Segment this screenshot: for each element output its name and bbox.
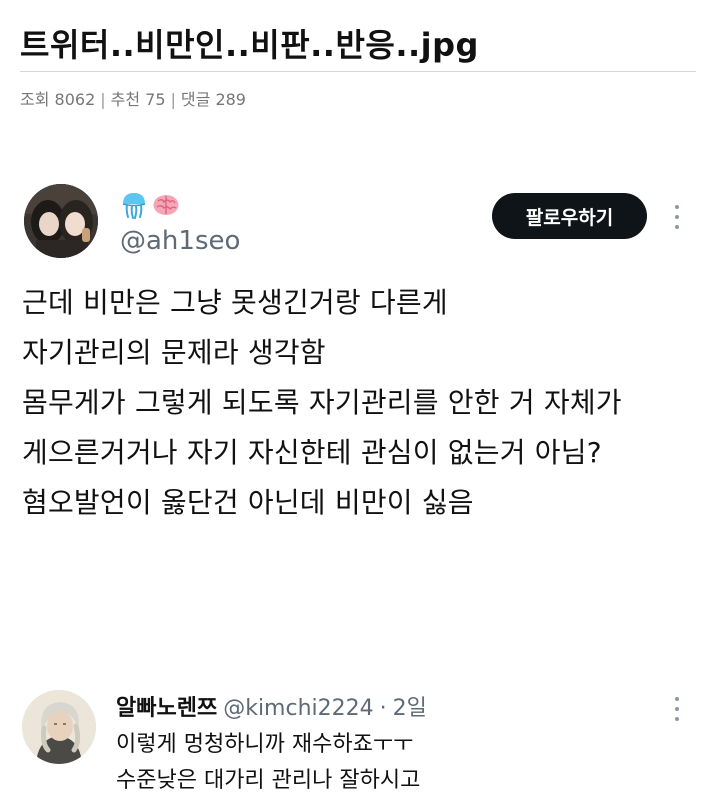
recommend-count: 추천 75 bbox=[110, 90, 166, 109]
illustrated-avatar-icon bbox=[22, 690, 96, 764]
reply-separator: · bbox=[379, 696, 387, 721]
tweet-line: 게으른거거나 자기 자신한테 관심이 없는거 아님? bbox=[22, 436, 602, 469]
meta-separator: | bbox=[170, 90, 176, 109]
reply-more-options-icon[interactable] bbox=[665, 695, 689, 723]
reply-avatar[interactable] bbox=[22, 690, 96, 764]
post-title: 트위터..비만인..비판..반응..jpg bbox=[20, 26, 479, 64]
jellyfish-icon bbox=[122, 193, 146, 219]
tweet-line: 혐오발언이 옳단건 아닌데 비만이 싫음 bbox=[22, 486, 474, 519]
meta-separator: | bbox=[100, 90, 106, 109]
title-divider bbox=[20, 71, 696, 72]
reply-line: 이렇게 멍청하니까 재수하죠ㅜㅜ bbox=[116, 732, 414, 757]
reply-line: 수준낮은 대가리 관리나 잘하시고 bbox=[116, 768, 421, 793]
more-options-icon[interactable] bbox=[665, 203, 689, 231]
tweet-line: 자기관리의 문제라 생각함 bbox=[22, 336, 326, 369]
tweet-avatar[interactable] bbox=[24, 184, 98, 258]
tweet-line: 근데 비만은 그냥 못생긴거랑 다른게 bbox=[22, 286, 448, 319]
reply-timestamp[interactable]: 2일 bbox=[393, 696, 427, 721]
tweet-text: 근데 비만은 그냥 못생긴거랑 다른게 자기관리의 문제라 생각함 몸무게가 그… bbox=[22, 278, 622, 528]
tweet-line: 몸무게가 그렇게 되도록 자기관리를 안한 거 자체가 bbox=[22, 386, 622, 419]
tweet-handle[interactable]: @ah1seo bbox=[120, 226, 240, 256]
comment-count: 댓글 289 bbox=[180, 90, 246, 109]
emoji-badges bbox=[120, 191, 180, 219]
view-count: 조회 8062 bbox=[20, 90, 96, 109]
profile-photo-icon bbox=[24, 184, 98, 258]
reply-header: 알빠노렌쯔 @kimchi2224 · 2일 bbox=[116, 690, 427, 722]
reply-display-name[interactable]: 알빠노렌쯔 bbox=[116, 696, 217, 721]
brain-icon bbox=[153, 195, 179, 215]
follow-button[interactable]: 팔로우하기 bbox=[492, 193, 647, 239]
reply-text: 이렇게 멍청하니까 재수하죠ㅜㅜ 수준낮은 대가리 관리나 잘하시고 bbox=[116, 727, 420, 799]
reply-handle[interactable]: @kimchi2224 bbox=[223, 696, 373, 721]
post-meta: 조회 8062 | 추천 75 | 댓글 289 bbox=[20, 86, 246, 110]
